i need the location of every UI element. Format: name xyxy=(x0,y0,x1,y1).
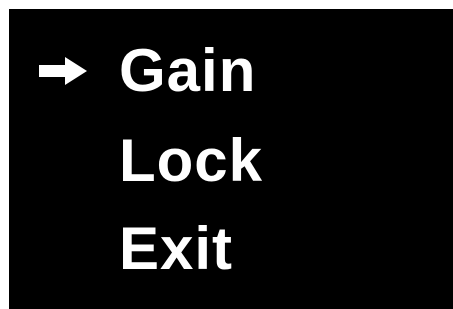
menu-item-gain[interactable]: Gain xyxy=(119,31,256,111)
right-arrow-icon xyxy=(39,57,89,85)
osd-menu-screen: Gain Lock Exit xyxy=(9,9,453,309)
menu-item-label: Gain xyxy=(119,37,257,104)
menu-item-lock[interactable]: Lock xyxy=(119,121,263,201)
menu-item-label: Exit xyxy=(119,215,234,282)
menu-item-exit[interactable]: Exit xyxy=(119,209,233,289)
menu-item-label: Lock xyxy=(119,127,264,194)
